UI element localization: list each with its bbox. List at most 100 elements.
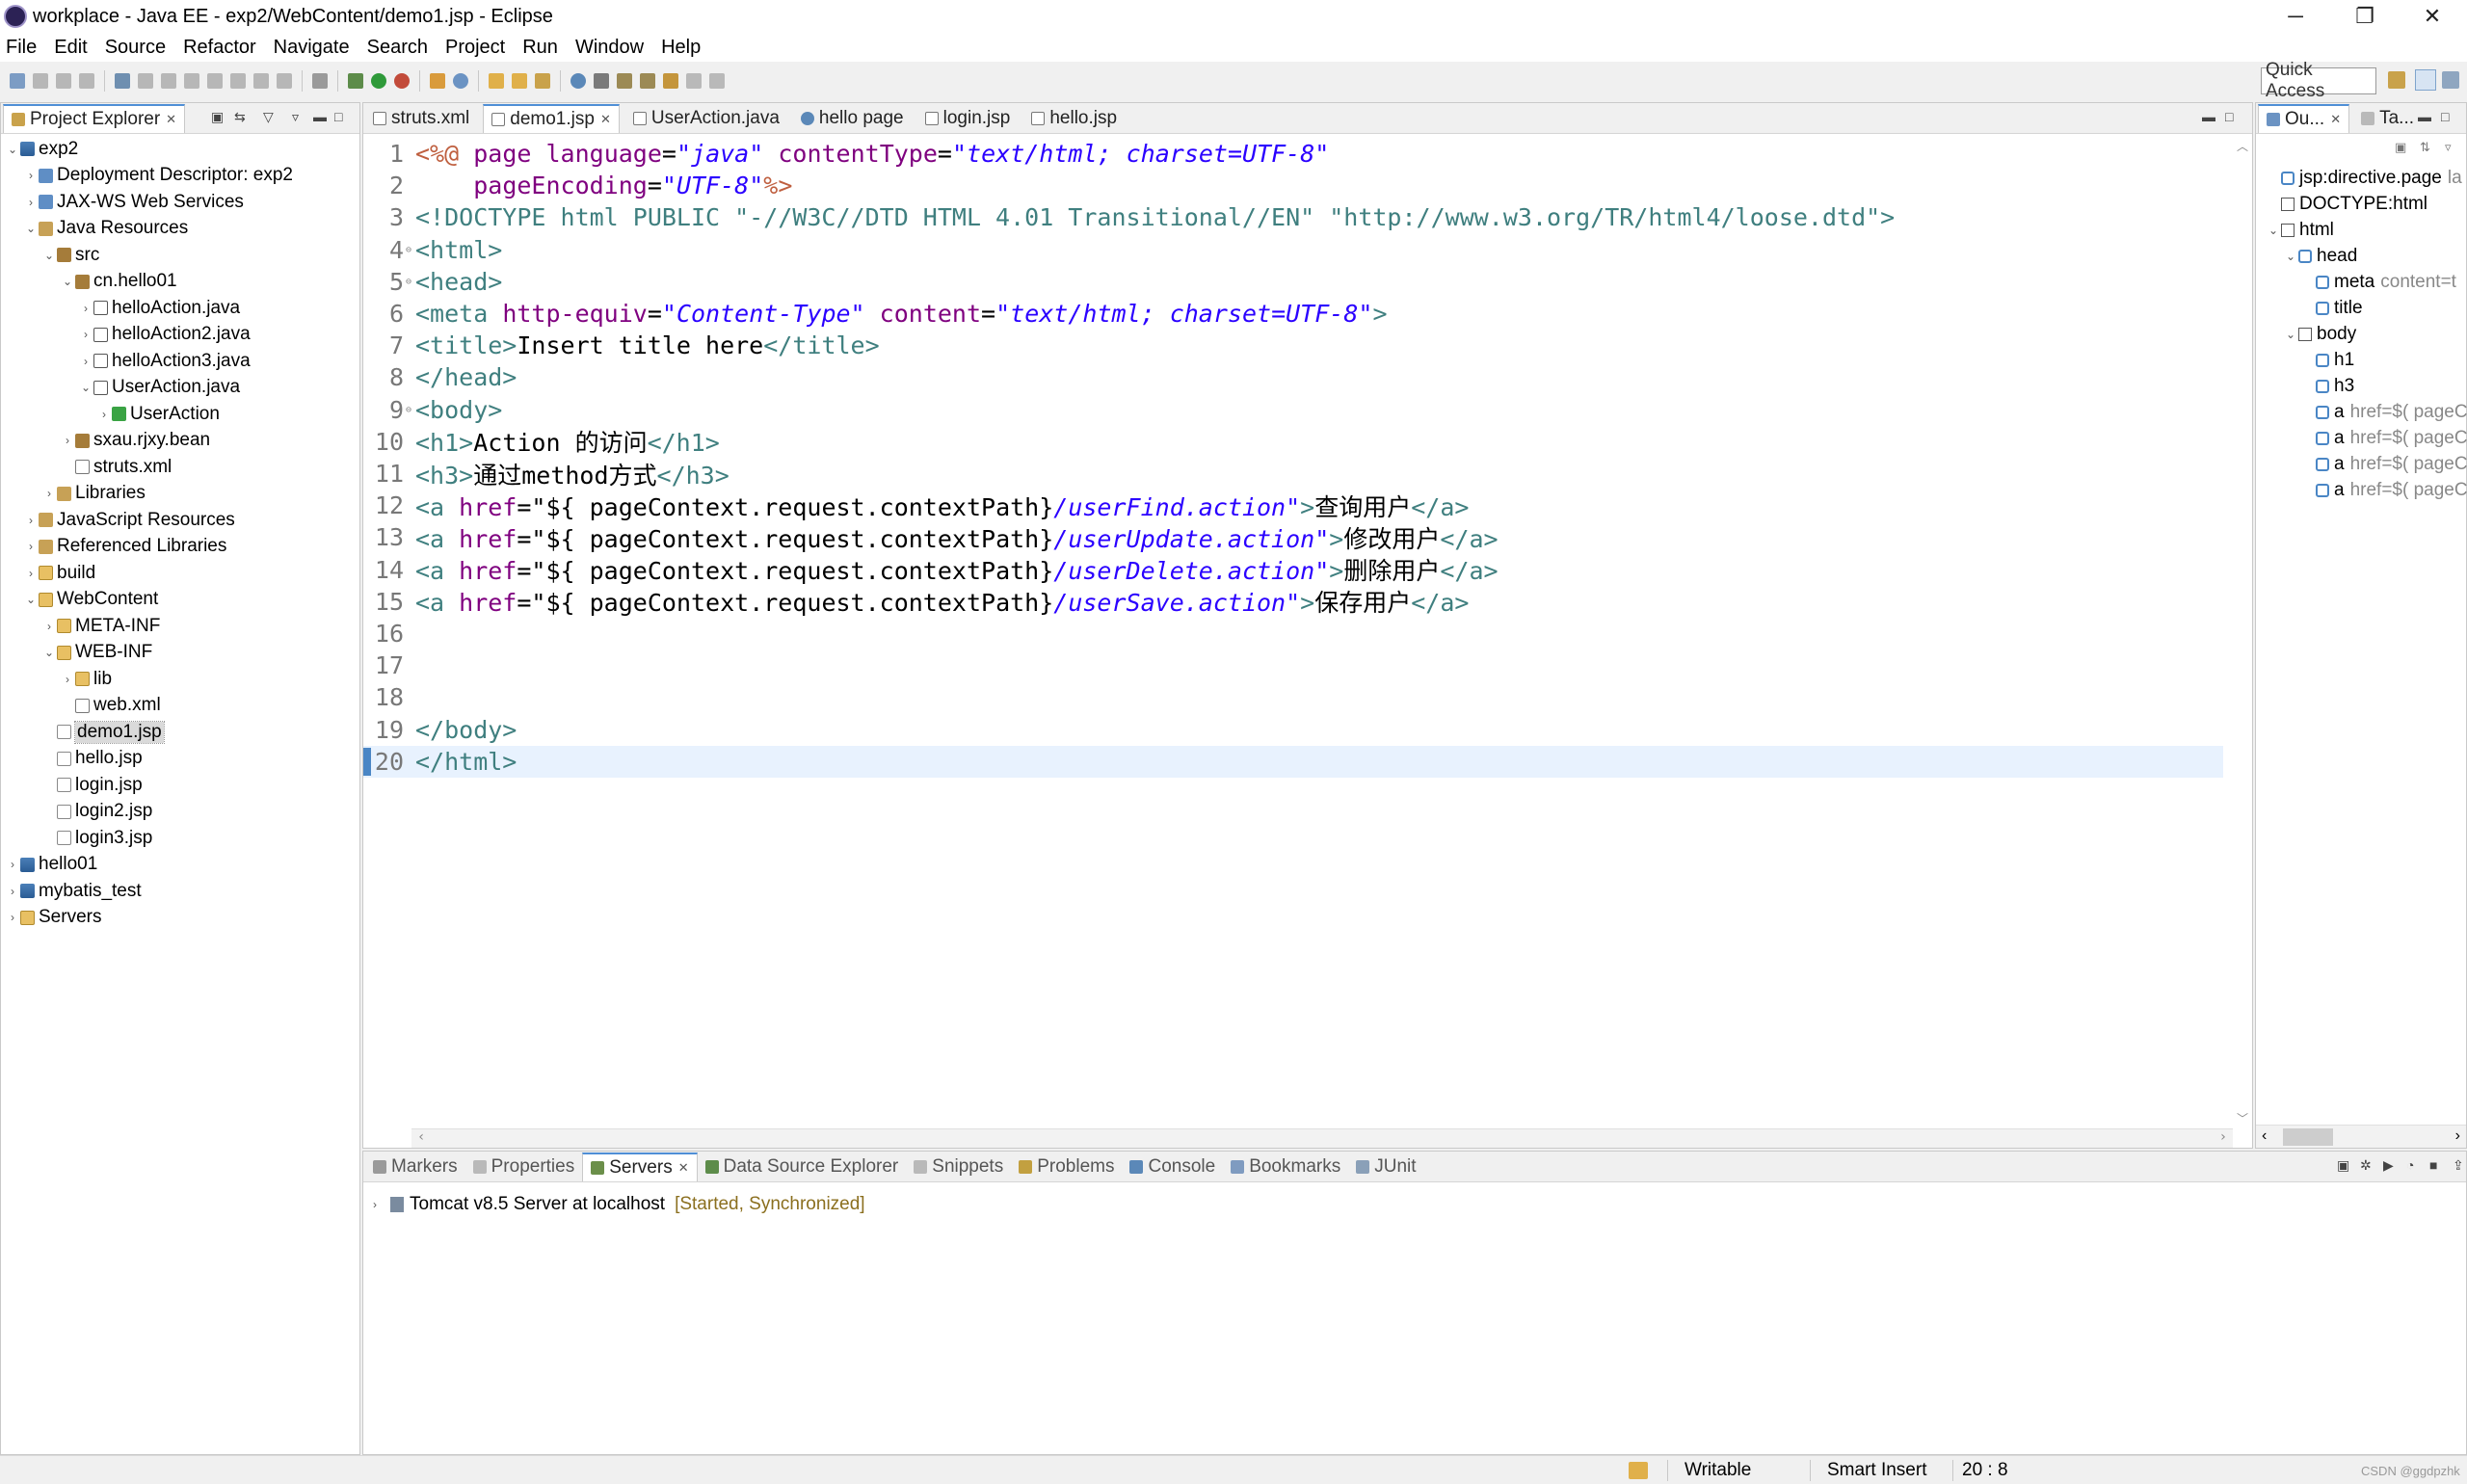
tab-properties[interactable]: Properties bbox=[465, 1153, 583, 1181]
tree-item[interactable]: › JAX-WS Web Services bbox=[23, 189, 244, 215]
maximize-view-icon[interactable]: □ bbox=[334, 109, 342, 124]
tab-project-explorer[interactable]: Project Explorer ✕ bbox=[3, 104, 186, 133]
code-line[interactable]: 3 <!DOCTYPE html PUBLIC "-//W3C//DTD HTML… bbox=[363, 201, 2223, 233]
minimize-outline-icon[interactable]: ▬ bbox=[2418, 109, 2431, 124]
code-line[interactable]: 16 bbox=[363, 618, 2223, 649]
outline-item[interactable]: a href=$( pageC bbox=[2300, 477, 2467, 503]
tree-item[interactable]: ⌄ cn.hello01 bbox=[60, 269, 177, 295]
server-row[interactable]: › Tomcat v8.5 Server at localhost [Start… bbox=[373, 1194, 865, 1215]
scroll-left-icon[interactable]: ‹ bbox=[2262, 1127, 2267, 1145]
tree-item[interactable]: › mybatis_test bbox=[5, 878, 142, 904]
editor-vertical-scrollbar[interactable]: ︿ ﹀ bbox=[2233, 136, 2252, 1128]
outline-item[interactable]: jsp:directive.page la bbox=[2266, 165, 2462, 191]
fold-toggle-icon[interactable]: ⊖ bbox=[406, 245, 413, 255]
tab-problems[interactable]: Problems bbox=[1011, 1153, 1122, 1181]
outline-menu-icon[interactable]: ▿ bbox=[2445, 140, 2452, 155]
expanded-arrow-icon[interactable]: ⌄ bbox=[60, 275, 75, 288]
code-line[interactable]: 4 ⊖ <html> bbox=[363, 234, 2223, 266]
outline-item[interactable]: meta content=t bbox=[2300, 269, 2456, 295]
expanded-arrow-icon[interactable]: ⌄ bbox=[5, 143, 20, 156]
save-all-icon[interactable] bbox=[56, 73, 71, 89]
tab-markers[interactable]: Markers bbox=[365, 1153, 465, 1181]
publish-icon[interactable]: ⇪ bbox=[2453, 1157, 2464, 1174]
tree-item[interactable]: › helloAction.java bbox=[78, 295, 240, 321]
menu-help[interactable]: Help bbox=[652, 37, 709, 59]
scroll-right-icon[interactable]: › bbox=[2455, 1127, 2460, 1145]
tree-item[interactable]: › META-INF bbox=[41, 613, 160, 639]
maximize-button[interactable]: ❐ bbox=[2330, 0, 2400, 33]
code-line[interactable]: 17 bbox=[363, 649, 2223, 681]
editor-tab[interactable]: UserAction.java bbox=[625, 104, 787, 133]
new-icon[interactable] bbox=[10, 73, 25, 89]
tree-item[interactable]: hello.jsp bbox=[41, 746, 143, 772]
maximize-editor-icon[interactable]: □ bbox=[2225, 109, 2233, 124]
step-over-icon[interactable] bbox=[253, 73, 269, 89]
tree-item[interactable]: › Referenced Libraries bbox=[23, 534, 226, 560]
scroll-right-icon[interactable]: › bbox=[2219, 1129, 2227, 1145]
collapse-all-icon[interactable]: ▣ bbox=[2395, 140, 2406, 155]
minimize-button[interactable]: ─ bbox=[2261, 0, 2330, 33]
menu-file[interactable]: File bbox=[0, 37, 45, 59]
code-line[interactable]: 10 <h1>Action 的访问</h1> bbox=[363, 426, 2223, 458]
scroll-down-icon[interactable]: ﹀ bbox=[2237, 1110, 2248, 1126]
back-icon[interactable] bbox=[686, 73, 702, 89]
collapsed-arrow-icon[interactable]: › bbox=[5, 885, 20, 898]
tab-console[interactable]: Console bbox=[1122, 1153, 1223, 1181]
collapsed-arrow-icon[interactable]: › bbox=[96, 408, 112, 421]
tree-item[interactable]: ⌄ exp2 bbox=[5, 136, 78, 162]
tab-data-source-explorer[interactable]: Data Source Explorer bbox=[698, 1153, 907, 1181]
tree-item[interactable]: › helloAction2.java bbox=[78, 322, 251, 348]
java-ee-perspective-icon[interactable] bbox=[2415, 69, 2436, 91]
editor-tab[interactable]: login.jsp bbox=[917, 104, 1019, 133]
tree-item[interactable]: ⌄ WEB-INF bbox=[41, 640, 152, 666]
collapsed-arrow-icon[interactable]: › bbox=[5, 858, 20, 871]
expanded-arrow-icon[interactable]: ⌄ bbox=[78, 381, 93, 394]
view-filter-icon[interactable]: ▽ bbox=[263, 109, 274, 125]
expanded-arrow-icon[interactable]: ⌄ bbox=[41, 249, 57, 262]
toggle-mark-occurrences-icon[interactable] bbox=[594, 73, 609, 89]
debug-server-icon[interactable]: ✲ bbox=[2360, 1157, 2372, 1174]
expand-arrow-icon[interactable]: › bbox=[373, 1198, 390, 1211]
editor-horizontal-scrollbar[interactable]: ‹ › bbox=[411, 1128, 2233, 1148]
quick-access-field[interactable]: Quick Access bbox=[2261, 60, 2376, 101]
editor-tab[interactable]: hello page bbox=[793, 104, 912, 133]
expanded-arrow-icon[interactable]: ⌄ bbox=[23, 222, 39, 235]
open-type-icon[interactable] bbox=[489, 73, 504, 89]
outline-item[interactable]: ⌄ body bbox=[2283, 321, 2362, 347]
collapsed-arrow-icon[interactable]: › bbox=[5, 911, 20, 924]
tree-item[interactable]: web.xml bbox=[60, 693, 161, 719]
web-browser-icon[interactable] bbox=[570, 73, 586, 89]
external-tools-icon[interactable] bbox=[394, 73, 410, 89]
menu-window[interactable]: Window bbox=[567, 37, 652, 59]
open-task-icon[interactable] bbox=[512, 73, 527, 89]
fold-toggle-icon[interactable]: ⊖ bbox=[406, 405, 413, 415]
tree-item[interactable]: › Deployment Descriptor: exp2 bbox=[23, 163, 293, 189]
collapsed-arrow-icon[interactable]: › bbox=[78, 302, 93, 315]
code-line[interactable]: 13 <a href="${ pageContext.request.contex… bbox=[363, 521, 2223, 553]
scroll-thumb[interactable] bbox=[2283, 1128, 2333, 1146]
collapsed-arrow-icon[interactable]: › bbox=[78, 355, 93, 368]
tree-item[interactable]: › build bbox=[23, 560, 95, 586]
resume-icon[interactable] bbox=[138, 73, 153, 89]
tree-item[interactable]: › JavaScript Resources bbox=[23, 507, 235, 533]
outline-item[interactable]: a href=$( pageC bbox=[2300, 425, 2467, 451]
editor-tab[interactable]: demo1.jsp ✕ bbox=[483, 104, 620, 133]
outline-item[interactable]: h3 bbox=[2300, 373, 2360, 399]
tree-item[interactable]: struts.xml bbox=[60, 454, 172, 480]
collapsed-arrow-icon[interactable]: › bbox=[60, 673, 75, 686]
close-icon[interactable]: ✕ bbox=[678, 1160, 689, 1176]
step-return-icon[interactable] bbox=[277, 73, 292, 89]
code-line[interactable]: 8 </head> bbox=[363, 361, 2223, 393]
disconnect-icon[interactable] bbox=[207, 73, 223, 89]
tab-bookmarks[interactable]: Bookmarks bbox=[1223, 1153, 1348, 1181]
tree-item[interactable]: › UserAction bbox=[96, 401, 220, 427]
tab-task-list[interactable]: Ta... bbox=[2353, 104, 2422, 133]
outline-item[interactable]: title bbox=[2300, 295, 2369, 321]
tree-item[interactable]: ⌄ Java Resources bbox=[23, 216, 188, 242]
expanded-arrow-icon[interactable]: ⌄ bbox=[2283, 328, 2298, 341]
print-icon[interactable] bbox=[79, 73, 94, 89]
outline-item[interactable]: a href=$( pageC bbox=[2300, 399, 2467, 425]
menu-run[interactable]: Run bbox=[514, 37, 567, 59]
tree-item[interactable]: login.jsp bbox=[41, 772, 143, 798]
outline-item[interactable]: h1 bbox=[2300, 347, 2360, 373]
